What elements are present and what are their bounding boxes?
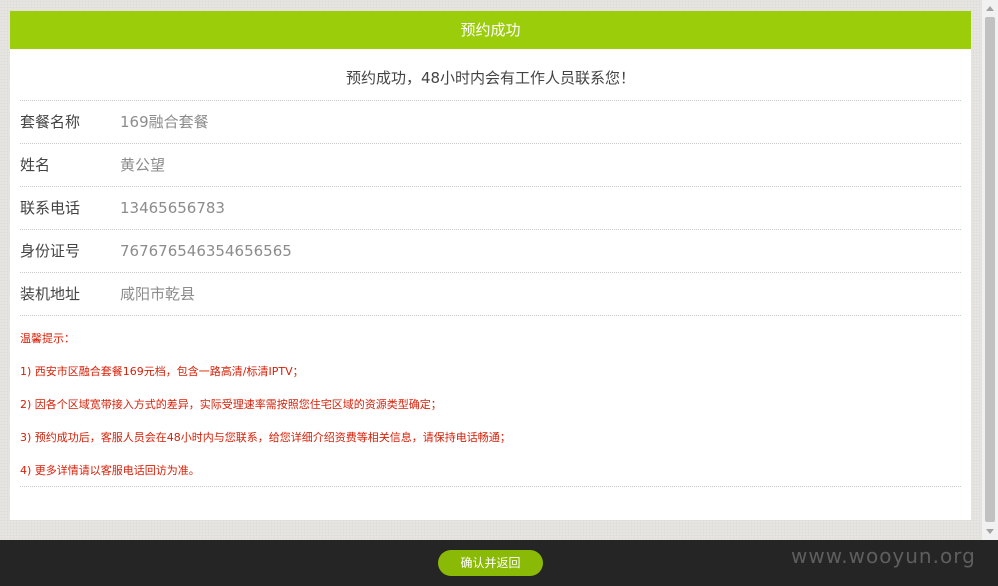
success-notice: 预约成功，48小时内会有工作人员联系您！ <box>20 49 961 101</box>
detail-value: 169融合套餐 <box>120 113 209 131</box>
panel-header: 预约成功 <box>10 11 971 49</box>
detail-row-phone: 联系电话 13465656783 <box>20 187 961 230</box>
detail-row-name: 姓名 黄公望 <box>20 144 961 187</box>
detail-label: 身份证号 <box>20 242 81 260</box>
tip-item: 1) 西安市区融合套餐169元档，包含一路高清/标清IPTV； <box>20 365 304 378</box>
detail-value: 13465656783 <box>120 199 225 217</box>
vertical-scrollbar[interactable] <box>981 0 998 540</box>
tips-title: 温馨提示： <box>20 332 75 345</box>
page-title: 预约成功 <box>460 21 521 39</box>
scroll-down-arrow-icon[interactable] <box>986 529 994 534</box>
warm-tips: 温馨提示： 1) 西安市区融合套餐169元档，包含一路高清/标清IPTV； 2)… <box>20 316 961 487</box>
scroll-up-arrow-icon[interactable] <box>986 6 994 11</box>
watermark: www.wooyun.org <box>791 544 976 568</box>
detail-value: 767676546354656565 <box>120 242 292 260</box>
tip-item: 2) 因各个区域宽带接入方式的差异，实际受理速率需按照您住宅区域的资源类型确定； <box>20 398 442 411</box>
tip-item: 3) 预约成功后，客服人员会在48小时内与您联系，给您详细介绍资费等相关信息，请… <box>20 431 511 444</box>
detail-label: 装机地址 <box>20 285 81 303</box>
detail-row-address: 装机地址 咸阳市乾县 <box>20 273 961 316</box>
scroll-thumb[interactable] <box>985 17 995 522</box>
detail-value: 咸阳市乾县 <box>120 285 196 303</box>
tip-item: 4) 更多详情请以客服电话回访为准。 <box>20 464 200 477</box>
detail-label: 姓名 <box>20 156 51 174</box>
detail-label: 套餐名称 <box>20 113 81 131</box>
detail-row-id-number: 身份证号 767676546354656565 <box>20 230 961 273</box>
detail-value: 黄公望 <box>120 156 166 174</box>
detail-label: 联系电话 <box>20 199 81 217</box>
booking-success-panel: 预约成功 预约成功，48小时内会有工作人员联系您！ 套餐名称 169融合套餐 姓名… <box>10 11 971 520</box>
booking-details: 套餐名称 169融合套餐 姓名 黄公望 联系电话 13465656783 身份证号 76… <box>20 101 961 316</box>
confirm-return-button[interactable]: 确认并返回 <box>438 550 543 576</box>
footer-bar: 确认并返回 www.wooyun.org <box>0 540 998 586</box>
detail-row-package: 套餐名称 169融合套餐 <box>20 101 961 144</box>
